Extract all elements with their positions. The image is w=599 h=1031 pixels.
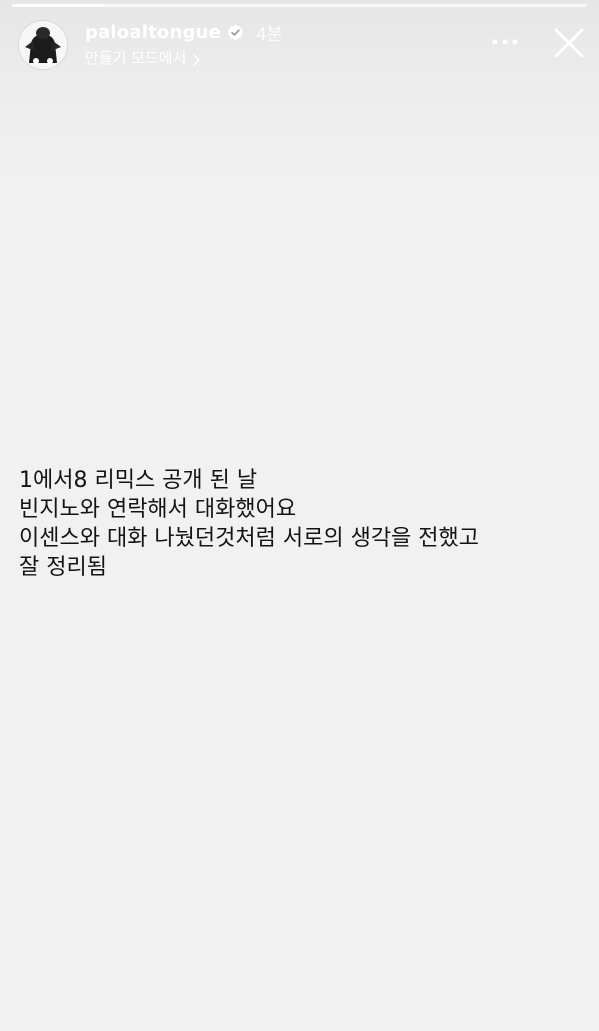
username[interactable]: paloaltongue bbox=[85, 22, 221, 43]
made-with-row[interactable]: 만들기 모드에서 bbox=[85, 46, 282, 68]
more-options-button[interactable] bbox=[490, 30, 520, 54]
chevron-right-icon bbox=[193, 51, 201, 66]
story-text-line-4: 잘 정리됨 bbox=[19, 555, 107, 580]
story-text-line-1: 1에서8 리믹스 공개 된 날 bbox=[19, 468, 258, 493]
close-button[interactable] bbox=[552, 26, 586, 60]
close-icon bbox=[554, 28, 584, 58]
story-progress-bar bbox=[12, 4, 587, 7]
story-text-line-2: 빈지노와 연락해서 대화했어요 bbox=[19, 497, 297, 522]
story-text-line-3: 이센스와 대화 나눴던것처럼 서로의 생각을 전했고 bbox=[19, 526, 480, 551]
story-meta: paloaltongue 4분 만들기 모드에서 bbox=[85, 20, 282, 68]
story-text: 1에서8 리믹스 공개 된 날 빈지노와 연락해서 대화했어요 이센스와 대화 … bbox=[19, 466, 579, 582]
story-timestamp: 4분 bbox=[255, 24, 283, 45]
name-row: paloaltongue 4분 bbox=[85, 20, 283, 45]
verified-badge-icon bbox=[227, 24, 244, 41]
avatar-icon bbox=[19, 21, 67, 69]
more-horizontal-icon bbox=[492, 39, 518, 45]
story-progress-fill bbox=[12, 4, 104, 7]
made-with-label[interactable]: 만들기 모드에서 bbox=[85, 47, 186, 68]
story-header: paloaltongue 4분 만들기 모드에서 bbox=[18, 18, 588, 70]
avatar[interactable] bbox=[18, 20, 68, 70]
